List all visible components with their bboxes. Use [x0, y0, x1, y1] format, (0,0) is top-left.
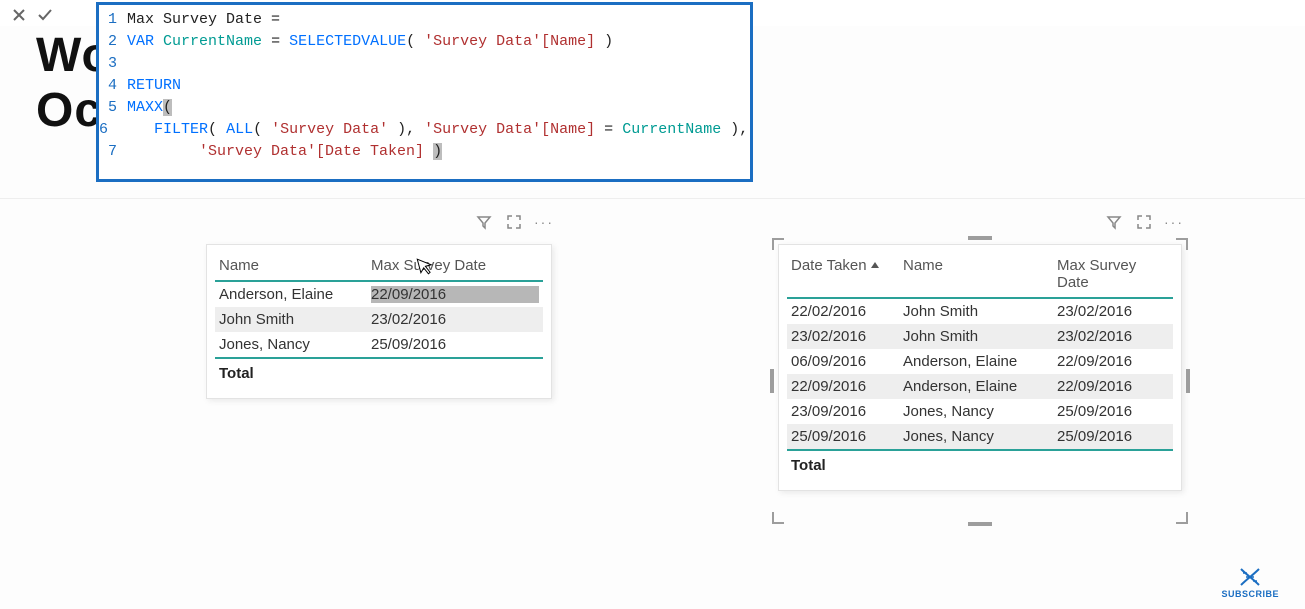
- code-text: RETURN: [127, 75, 181, 97]
- cell: 22/09/2016: [791, 378, 903, 395]
- cell: John Smith: [903, 328, 1057, 345]
- code-text: 'Survey Data'[Date Taken] ): [127, 141, 442, 163]
- table-header[interactable]: NameMax Survey Date: [215, 251, 543, 282]
- focus-mode-icon[interactable]: [506, 214, 522, 230]
- table-row[interactable]: Jones, Nancy25/09/2016: [215, 332, 543, 357]
- table-visual-detail[interactable]: ··· Date TakenNameMax Survey Date22/02/2…: [778, 244, 1182, 491]
- table-row[interactable]: 25/09/2016Jones, Nancy25/09/2016: [787, 424, 1173, 449]
- more-options-icon[interactable]: ···: [1166, 214, 1182, 230]
- cell: 23/02/2016: [1057, 328, 1169, 345]
- commit-formula-button[interactable]: [32, 4, 58, 26]
- cell: 22/09/2016: [1057, 353, 1169, 370]
- table-header[interactable]: Date TakenNameMax Survey Date: [787, 251, 1173, 299]
- cell: Jones, Nancy: [903, 428, 1057, 445]
- code-text: FILTER( ALL( 'Survey Data' ), 'Survey Da…: [118, 119, 748, 141]
- subscribe-label: SUBSCRIBE: [1221, 589, 1279, 599]
- dna-icon: [1237, 567, 1263, 587]
- code-line: 2 VAR CurrentName = SELECTEDVALUE( 'Surve…: [99, 31, 742, 53]
- cell: Anderson, Elaine: [903, 353, 1057, 370]
- cell: 23/09/2016: [791, 403, 903, 420]
- line-number: 4: [99, 75, 117, 97]
- table-row[interactable]: John Smith23/02/2016: [215, 307, 543, 332]
- cell: Anderson, Elaine: [903, 378, 1057, 395]
- filter-icon[interactable]: [1106, 214, 1122, 230]
- cell: 06/09/2016: [791, 353, 903, 370]
- table-row[interactable]: 22/09/2016Anderson, Elaine22/09/2016: [787, 374, 1173, 399]
- horizontal-divider: [0, 198, 1305, 199]
- line-number: 6: [99, 119, 108, 141]
- cell: 22/09/2016: [371, 286, 539, 303]
- column-header[interactable]: Name: [219, 257, 371, 274]
- check-icon: [36, 6, 54, 24]
- table-row[interactable]: Anderson, Elaine22/09/2016: [215, 282, 543, 307]
- line-number: 7: [99, 141, 117, 163]
- table-row[interactable]: 22/02/2016John Smith23/02/2016: [787, 299, 1173, 324]
- cell: 23/02/2016: [791, 328, 903, 345]
- column-header[interactable]: Name: [903, 257, 1057, 291]
- close-icon: [11, 7, 27, 23]
- column-header[interactable]: Date Taken: [791, 257, 903, 291]
- table-row[interactable]: 23/02/2016John Smith23/02/2016: [787, 324, 1173, 349]
- line-number: 1: [99, 9, 117, 31]
- table-total-row: Total: [787, 449, 1173, 480]
- cell: 25/09/2016: [1057, 403, 1169, 420]
- code-line: 3: [99, 53, 742, 75]
- cell: 22/02/2016: [791, 303, 903, 320]
- column-header[interactable]: Max Survey Date: [1057, 257, 1169, 291]
- cell: John Smith: [903, 303, 1057, 320]
- code-line: 4 RETURN: [99, 75, 742, 97]
- visual-toolbar: ···: [476, 214, 552, 230]
- code-text: MAXX(: [127, 97, 172, 119]
- column-header[interactable]: Max Survey Date: [371, 257, 539, 274]
- visual-toolbar: ···: [1106, 214, 1182, 230]
- code-line: 5 MAXX(: [99, 97, 742, 119]
- cell: 25/09/2016: [1057, 428, 1169, 445]
- cell: John Smith: [219, 311, 371, 328]
- table-visual-summary[interactable]: ··· NameMax Survey DateAnderson, Elaine2…: [206, 244, 552, 399]
- table-row[interactable]: 23/09/2016Jones, Nancy25/09/2016: [787, 399, 1173, 424]
- cell: Anderson, Elaine: [219, 286, 371, 303]
- table-total-row: Total: [215, 357, 543, 388]
- dax-formula-editor[interactable]: 1 Max Survey Date = 2 VAR CurrentName = SEL…: [96, 2, 753, 182]
- cell: 22/09/2016: [1057, 378, 1169, 395]
- code-line: 1 Max Survey Date =: [99, 9, 742, 31]
- line-number: 5: [99, 97, 117, 119]
- line-number: 2: [99, 31, 117, 53]
- code-line: 7 'Survey Data'[Date Taken] ): [99, 141, 742, 163]
- cell: 25/09/2016: [371, 336, 539, 353]
- code-text: VAR CurrentName = SELECTEDVALUE( 'Survey…: [127, 31, 613, 53]
- code-text: Max Survey Date =: [127, 9, 280, 31]
- cancel-formula-button[interactable]: [6, 4, 32, 26]
- cell: Jones, Nancy: [219, 336, 371, 353]
- cell: 23/02/2016: [371, 311, 539, 328]
- cell: 25/09/2016: [791, 428, 903, 445]
- line-number: 3: [99, 53, 117, 75]
- cell: Jones, Nancy: [903, 403, 1057, 420]
- filter-icon[interactable]: [476, 214, 492, 230]
- focus-mode-icon[interactable]: [1136, 214, 1152, 230]
- subscribe-badge[interactable]: SUBSCRIBE: [1221, 567, 1279, 599]
- more-options-icon[interactable]: ···: [536, 214, 552, 230]
- cell: 23/02/2016: [1057, 303, 1169, 320]
- code-line: 6 FILTER( ALL( 'Survey Data' ), 'Survey …: [99, 119, 742, 141]
- table-row[interactable]: 06/09/2016Anderson, Elaine22/09/2016: [787, 349, 1173, 374]
